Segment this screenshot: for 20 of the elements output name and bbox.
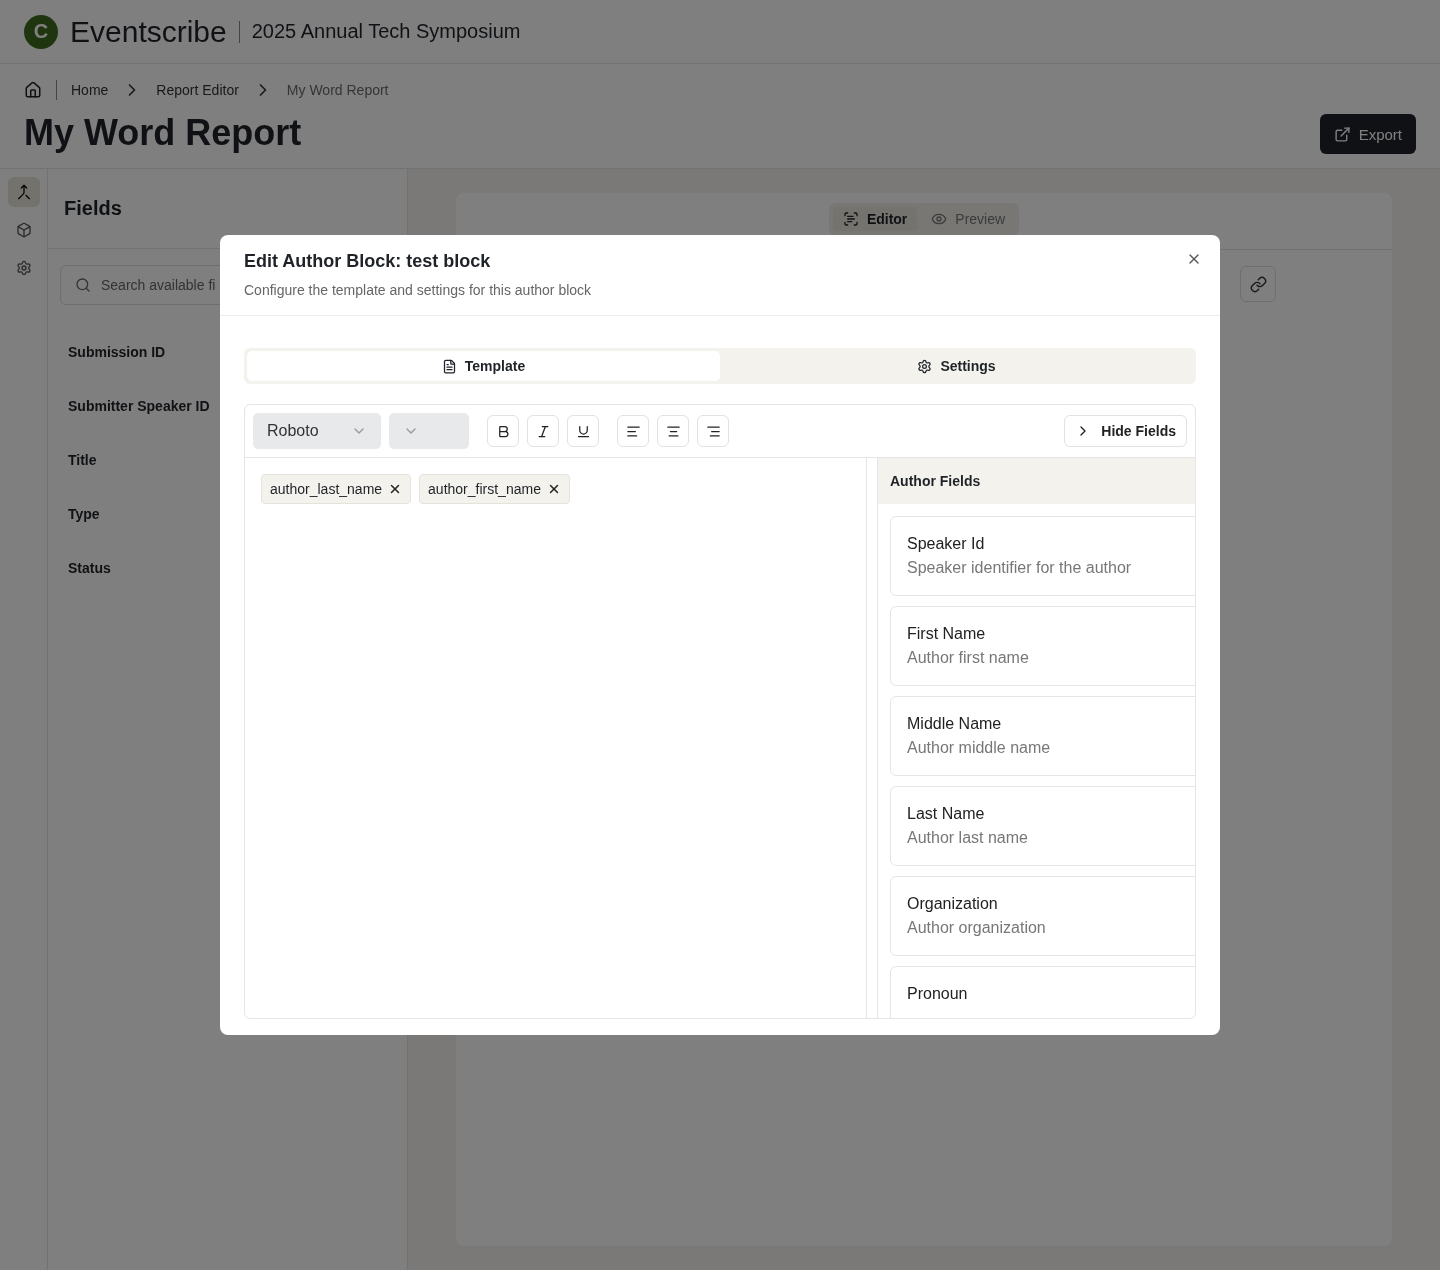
dialog-description: Configure the template and settings for this author block <box>244 282 593 298</box>
event-title: 2025 Annual Tech Symposium <box>251 20 521 43</box>
field-name: Middle Name <box>907 715 1003 733</box>
page-title: My Word Report <box>24 112 303 154</box>
logo-mark: C <box>24 14 58 49</box>
section-header: Author Fields <box>878 458 1195 504</box>
field-name: Organization <box>907 895 999 913</box>
field-description: Author last name <box>907 829 1029 847</box>
field-description: Speaker identifier for the author <box>907 559 1133 577</box>
field-description: Author organization <box>907 919 1047 937</box>
token-label: author_last_name <box>270 481 383 497</box>
field-name: Speaker Id <box>907 535 986 553</box>
brand-name: Eventscribe <box>70 14 227 49</box>
dialog-title: Edit Author Block: test block <box>244 251 491 272</box>
token-label: author_first_name <box>428 481 541 497</box>
field-description: Author first name <box>907 649 1030 667</box>
field-name: First Name <box>907 625 987 643</box>
field-description: Author middle name <box>907 739 1052 757</box>
field-name: Pronoun <box>907 985 969 1003</box>
field-name: Last Name <box>907 805 986 823</box>
